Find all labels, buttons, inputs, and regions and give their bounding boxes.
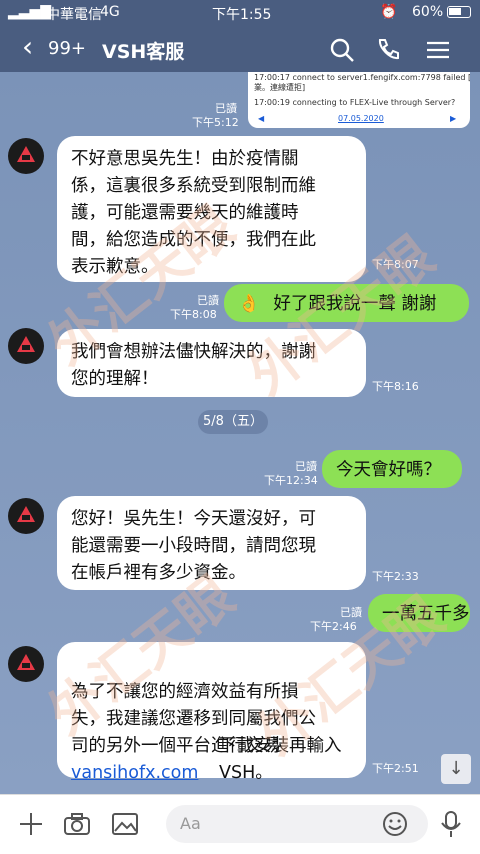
message-bubble-mine: 今天會好嗎？ [322,450,462,488]
back-button[interactable]: ‹ [22,32,33,62]
chat-area[interactable]: 17:00:17 connect to server1.fengifx.com:… [0,72,480,794]
ok-hand-emoji: 👌 [238,294,260,314]
message-time: 下午2:33 [372,570,419,583]
preview-line: 業。連線遭拒] [254,83,306,92]
preview-nav: ▶ [450,114,457,123]
message-bubble: 不好意思吳先生！由於疫情關 係，這裏很多系統受到限制而維 護，可能還需要幾天的維… [57,136,366,282]
emoji-icon[interactable] [382,811,408,837]
battery-percent: 60% [412,4,444,20]
network-label: 4G [100,4,120,20]
message-time: 下午8:08 [170,308,217,321]
camera-icon[interactable] [62,809,92,839]
search-icon[interactable] [328,36,356,64]
message-text: 好了跟我說一聲 謝謝 [273,294,437,314]
plus-icon[interactable] [16,809,46,839]
image-message[interactable]: 17:00:17 connect to server1.fengifx.com:… [248,72,470,128]
input-bar: Aa [0,794,480,854]
alarm-icon: ⏰ [380,4,398,20]
microphone-icon[interactable] [436,809,466,839]
unread-count: 99+ [48,38,86,59]
image-icon[interactable] [110,809,140,839]
message-time: 下午8:07 [372,258,419,271]
preview-line: 17:00:19 connecting to FLEX-Live through… [254,98,456,107]
scroll-down-button[interactable]: ↓ [441,754,471,784]
message-bubble-mine: 👌 好了跟我說一聲 謝謝 [224,284,469,322]
message-bubble: 我們會想辦法儘快解決的，謝謝 您的理解！ [57,329,366,397]
message-bubble-mine: 一萬五千多 [368,594,470,632]
message-bubble: 您好！吳先生！今天還沒好，可 能還需要一小段時間，請問您現 在帳戶裡有多少資金。 [57,496,366,590]
message-bubble: 為了不讓您的經濟效益有所損 失，我建議您遷移到同屬我們公 司的另外一個平台進行交… [57,642,366,783]
message-time: 下午2:51 [372,762,419,775]
preview-date: 07.05.2020 [338,114,384,123]
chat-title: VSH客服 [102,41,185,63]
menu-icon[interactable] [424,36,452,64]
avatar[interactable] [8,646,44,682]
battery-icon [447,6,471,18]
chat-header: ‹ 99+ VSH客服 [0,26,480,72]
phone-icon[interactable] [374,36,402,64]
status-bar: ▂▃▅▇ 中華電信 4G 下午1:55 ⏰ 60% [0,0,480,26]
avatar[interactable] [8,138,44,174]
preview-nav: ◀ [258,114,265,123]
message-time: 下午12:34 [264,474,318,487]
signal-icon: ▂▃▅▇ [8,4,52,20]
message-time: 下午2:46 [310,620,357,633]
clock: 下午1:55 [212,7,272,23]
message-time: 下午8:16 [372,380,419,393]
avatar[interactable] [8,328,44,364]
avatar[interactable] [8,498,44,534]
message-text: 下載安裝再輸入 VSH。 [219,736,342,783]
date-separator: 5/8（五） [198,410,268,434]
message-time: 下午5:12 [192,116,239,129]
carrier-label: 中華電信 [46,7,102,23]
